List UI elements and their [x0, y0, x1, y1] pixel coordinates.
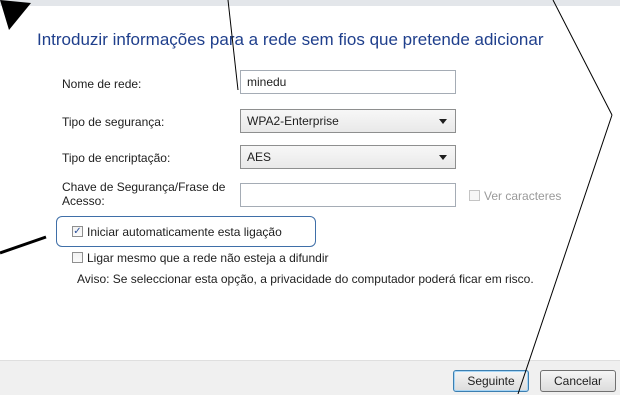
- annotation-line: [517, 114, 613, 394]
- annotation-overlay: [0, 0, 613, 394]
- annotation-line: [0, 235, 47, 255]
- annotation-line: [227, 0, 239, 91]
- annotation-line: [552, 0, 613, 116]
